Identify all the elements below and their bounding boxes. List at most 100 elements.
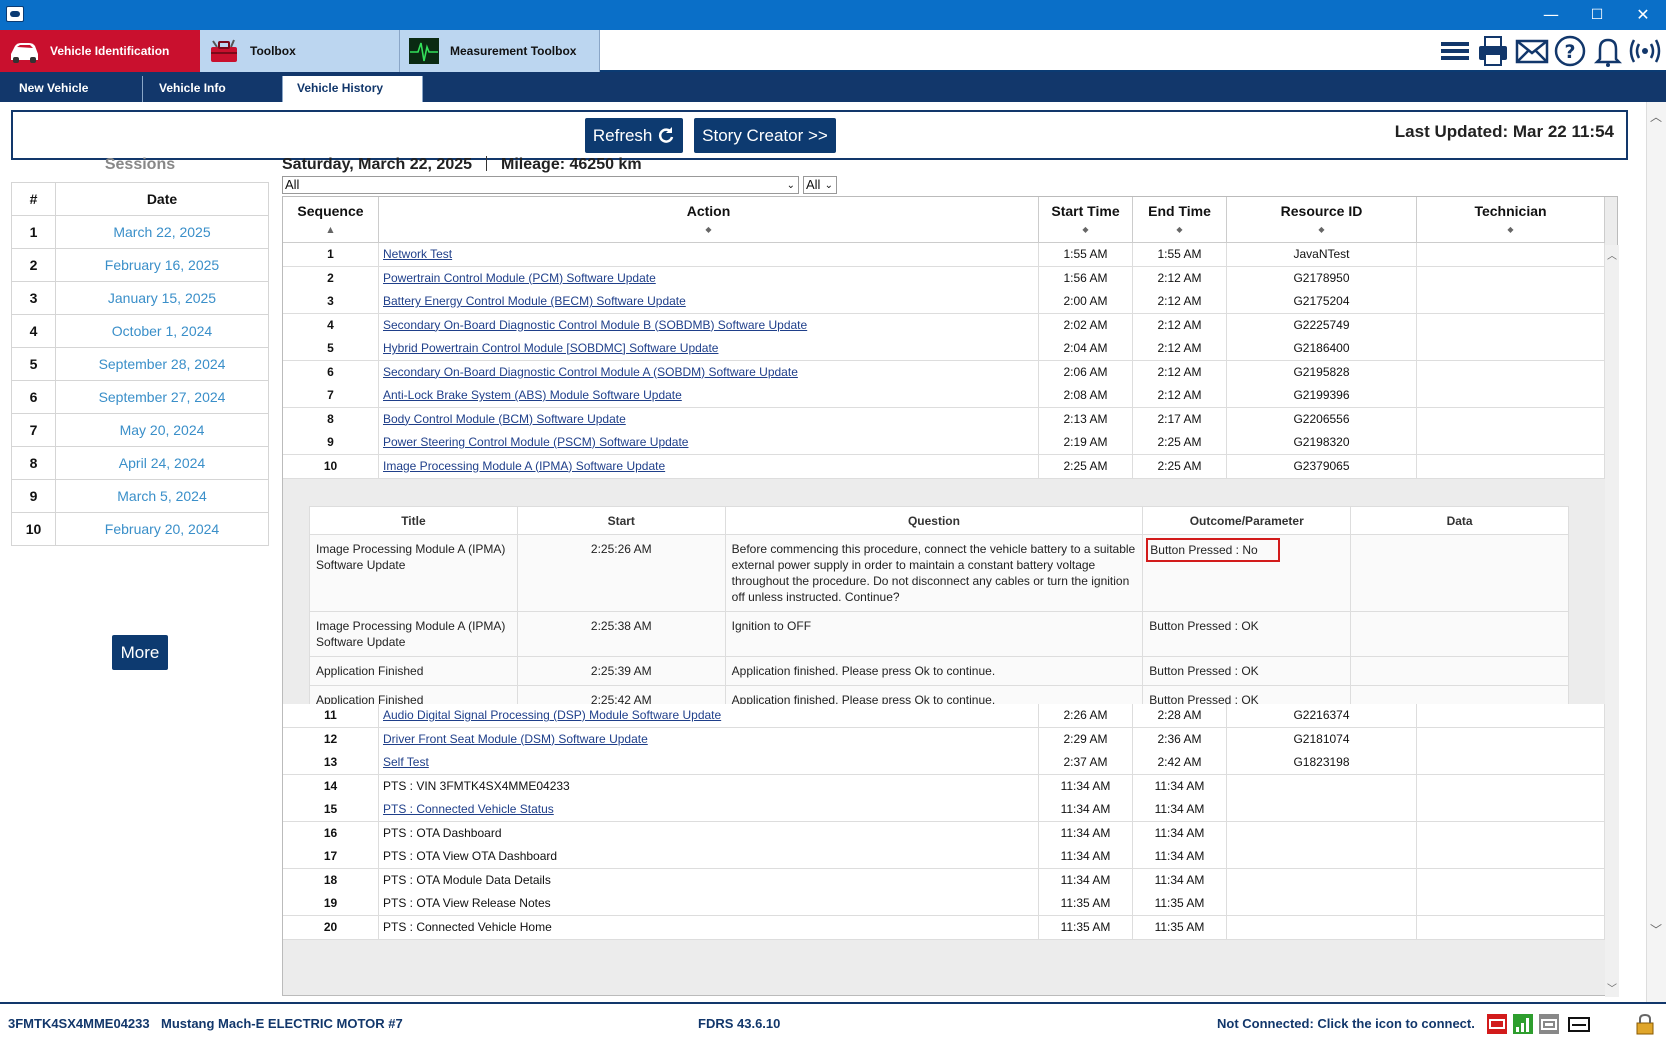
table-row[interactable]: 19 PTS : OTA View Release Notes 11:35 AM 11… (283, 892, 1605, 916)
action-link[interactable]: Battery Energy Control Module (BECM) Sof… (383, 294, 686, 308)
session-row[interactable]: 4 October 1, 2024 (11, 314, 269, 348)
column-header-sequence[interactable]: Sequence ▲ (283, 197, 379, 242)
scroll-down-icon[interactable]: ﹀ (1650, 921, 1662, 938)
start-time-cell: 11:35 AM (1039, 892, 1133, 916)
table-row[interactable]: 5 Hybrid Powertrain Control Module [SOBDM… (283, 337, 1605, 361)
action-link[interactable]: Secondary On-Board Diagnostic Control Mo… (383, 365, 798, 379)
action-link[interactable]: Secondary On-Board Diagnostic Control Mo… (383, 318, 807, 332)
table-row[interactable]: 7 Anti-Lock Brake System (ABS) Module Sof… (283, 384, 1605, 408)
more-button[interactable]: More (112, 635, 168, 670)
action-link[interactable]: Hybrid Powertrain Control Module [SOBDMC… (383, 341, 718, 355)
page-scrollbar[interactable]: ︿ ﹀ (1646, 102, 1666, 1002)
close-button[interactable]: ✕ (1620, 0, 1666, 30)
lock-icon[interactable] (1634, 1013, 1656, 1035)
technician-filter-select[interactable]: All ⌄ (803, 176, 837, 194)
table-row[interactable]: 20 PTS : Connected Vehicle Home 11:35 AM 11… (283, 915, 1605, 940)
table-row[interactable]: 8 Body Control Module (BCM) Software Upda… (283, 407, 1605, 432)
table-row[interactable]: 16 PTS : OTA Dashboard 11:34 AM 11:34 AM (283, 821, 1605, 846)
tab-vehicle-info[interactable]: Vehicle Info (143, 76, 283, 102)
scroll-up-icon[interactable]: ︿ (1650, 108, 1662, 125)
scroll-up-icon[interactable]: ︿ (1607, 247, 1617, 262)
scroll-down-icon[interactable]: ﹀ (1607, 980, 1617, 995)
signal-strength-icon[interactable] (1512, 1013, 1534, 1035)
table-row[interactable]: 2 Powertrain Control Module (PCM) Softwar… (283, 266, 1605, 291)
action-link[interactable]: Audio Digital Signal Processing (DSP) Mo… (383, 708, 721, 722)
action-link[interactable]: Body Control Module (BCM) Software Updat… (383, 412, 626, 426)
battery-icon[interactable] (1538, 1013, 1560, 1035)
table-row[interactable]: 1 Network Test 1:55 AM 1:55 AM JavaNTest (283, 243, 1605, 267)
table-row[interactable]: 3 Battery Energy Control Module (BECM) So… (283, 290, 1605, 314)
table-scrollbar[interactable]: ︿ ﹀ (1605, 245, 1619, 997)
outcome-text: Button Pressed : OK (1149, 619, 1259, 633)
technician-cell (1417, 337, 1605, 361)
action-link[interactable]: Powertrain Control Module (PCM) Software… (383, 271, 656, 285)
table-row[interactable]: 11 Audio Digital Signal Processing (DSP) … (283, 704, 1605, 728)
session-date-link[interactable]: September 27, 2024 (55, 380, 269, 414)
action-link[interactable]: Anti-Lock Brake System (ABS) Module Soft… (383, 388, 682, 402)
wireless-icon[interactable] (1628, 34, 1662, 68)
story-creator-button[interactable]: Story Creator >> (694, 118, 836, 153)
action-link[interactable]: Network Test (383, 247, 452, 261)
action-link[interactable]: PTS : Connected Vehicle Status (383, 802, 554, 816)
table-row[interactable]: 18 PTS : OTA Module Data Details 11:34 AM 1… (283, 868, 1605, 893)
help-icon[interactable]: ? (1553, 34, 1587, 68)
action-link[interactable]: Power Steering Control Module (PSCM) Sof… (383, 435, 688, 449)
table-row[interactable]: 15 PTS : Connected Vehicle Status 11:34 AM… (283, 798, 1605, 822)
session-row[interactable]: 8 April 24, 2024 (11, 446, 269, 480)
session-row[interactable]: 1 March 22, 2025 (11, 215, 269, 249)
table-row[interactable]: 13 Self Test 2:37 AM 2:42 AM G1823198 (283, 751, 1605, 775)
session-row[interactable]: 5 September 28, 2024 (11, 347, 269, 381)
action-filter-select[interactable]: All ⌄ (282, 176, 799, 194)
session-row[interactable]: 3 January 15, 2025 (11, 281, 269, 315)
keyboard-icon[interactable] (1568, 1013, 1590, 1035)
minimize-button[interactable]: — (1528, 0, 1574, 30)
table-row[interactable]: 4 Secondary On-Board Diagnostic Control M… (283, 313, 1605, 338)
tab-vehicle-history[interactable]: Vehicle History (283, 76, 423, 102)
column-header-action[interactable]: Action ◆ (379, 197, 1039, 242)
mail-icon[interactable] (1515, 34, 1549, 68)
session-date-link[interactable]: January 15, 2025 (55, 281, 269, 315)
tab-measurement-toolbox[interactable]: Measurement Toolbox (400, 30, 600, 72)
technician-cell (1417, 727, 1605, 752)
sequence-cell: 9 (283, 431, 379, 455)
technician-cell (1417, 290, 1605, 314)
action-link[interactable]: Driver Front Seat Module (DSM) Software … (383, 732, 648, 746)
tab-new-vehicle[interactable]: New Vehicle (3, 76, 143, 102)
table-row[interactable]: 17 PTS : OTA View OTA Dashboard 11:34 AM 11… (283, 845, 1605, 869)
app-logo-icon (6, 6, 24, 22)
session-row[interactable]: 2 February 16, 2025 (11, 248, 269, 282)
vci-icon[interactable] (1486, 1013, 1508, 1035)
session-date-link[interactable]: March 5, 2024 (55, 479, 269, 513)
session-row[interactable]: 6 September 27, 2024 (11, 380, 269, 414)
session-date-link[interactable]: February 16, 2025 (55, 248, 269, 282)
table-row[interactable]: 6 Secondary On-Board Diagnostic Control M… (283, 360, 1605, 385)
sequence-cell: 11 (283, 704, 379, 728)
action-link[interactable]: Image Processing Module A (IPMA) Softwar… (383, 459, 665, 473)
printer-icon[interactable] (1476, 34, 1510, 68)
tab-toolbox[interactable]: Toolbox (200, 30, 400, 72)
bell-icon[interactable] (1591, 34, 1625, 68)
session-date-link[interactable]: March 22, 2025 (55, 215, 269, 249)
session-row[interactable]: 7 May 20, 2024 (11, 413, 269, 447)
column-header-resource-id[interactable]: Resource ID ◆ (1227, 197, 1417, 242)
session-date-link[interactable]: September 28, 2024 (55, 347, 269, 381)
menu-icon[interactable] (1438, 34, 1472, 68)
session-date-link[interactable]: February 20, 2024 (55, 512, 269, 546)
maximize-button[interactable]: ☐ (1574, 0, 1620, 30)
column-header-start-time[interactable]: Start Time ◆ (1039, 197, 1133, 242)
table-row[interactable]: 12 Driver Front Seat Module (DSM) Softwar… (283, 727, 1605, 752)
column-header-technician[interactable]: Technician ◆ (1417, 197, 1605, 242)
action-link[interactable]: Self Test (383, 755, 429, 769)
table-row[interactable]: 14 PTS : VIN 3FMTK4SX4MME04233 11:34 AM 11:… (283, 774, 1605, 799)
session-row[interactable]: 10 February 20, 2024 (11, 512, 269, 546)
tab-vehicle-identification[interactable]: Vehicle Identification (0, 30, 200, 72)
session-date-link[interactable]: April 24, 2024 (55, 446, 269, 480)
column-header-end-time[interactable]: End Time ◆ (1133, 197, 1227, 242)
session-date-link[interactable]: October 1, 2024 (55, 314, 269, 348)
session-date-link[interactable]: May 20, 2024 (55, 413, 269, 447)
table-row[interactable]: 10 Image Processing Module A (IPMA) Softw… (283, 454, 1605, 479)
refresh-button[interactable]: Refresh (585, 118, 683, 153)
table-row[interactable]: 9 Power Steering Control Module (PSCM) So… (283, 431, 1605, 455)
session-row[interactable]: 9 March 5, 2024 (11, 479, 269, 513)
mileage: Mileage: 46250 km (501, 156, 642, 173)
